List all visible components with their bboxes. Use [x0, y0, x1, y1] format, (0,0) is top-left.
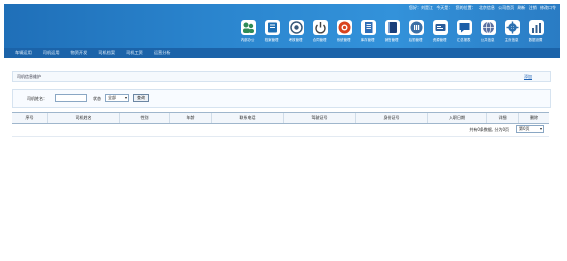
- chat-icon: [456, 20, 472, 35]
- page-select[interactable]: 第0页 ▾: [516, 125, 544, 133]
- driver-table: 序号 司机姓名 性别 年龄 联系电话 驾驶证号 身份证号 入职日期 详细 删除 …: [12, 112, 549, 137]
- module-label: 汇总报表: [457, 37, 471, 42]
- module-target-button[interactable]: 考核管理: [284, 20, 308, 46]
- document-icon: [360, 20, 376, 35]
- module-label: 合同管理: [313, 37, 327, 42]
- pagination-info: 共有0条数据, 分为0页: [469, 127, 509, 132]
- page-title: 司机信息维护: [17, 74, 41, 79]
- module-label: 档案管理: [265, 37, 279, 42]
- driver-name-label: 司机姓名：: [27, 96, 47, 101]
- logout-link[interactable]: 注销: [529, 5, 537, 10]
- book-icon: [264, 20, 280, 35]
- nav-item-driver[interactable]: 司机运用: [43, 50, 60, 56]
- module-book-button[interactable]: 档案管理: [260, 20, 284, 46]
- module-label: 内部办公: [241, 37, 255, 42]
- col-license: 驾驶证号: [284, 113, 356, 123]
- refresh-link[interactable]: 刷新: [517, 5, 525, 10]
- nav-item-driver-salary[interactable]: 司机工资: [126, 50, 143, 56]
- col-age: 年龄: [170, 113, 212, 123]
- module-red-circle-button[interactable]: 系统管理: [332, 20, 356, 46]
- red-circle-icon: [336, 20, 352, 35]
- chart-icon: [528, 20, 544, 35]
- date-label: 今天是：: [436, 5, 453, 10]
- info-link[interactable]: 北京信息: [479, 5, 495, 10]
- page-value: 第0页: [519, 126, 530, 131]
- module-chart-button[interactable]: 数据设置: [524, 20, 548, 46]
- chevron-down-icon: ▾: [539, 126, 542, 131]
- module-label: 库存管理: [361, 37, 375, 42]
- col-gender: 性别: [120, 113, 170, 123]
- module-chat-button[interactable]: 汇总报表: [452, 20, 476, 46]
- module-label: 系统管理: [337, 37, 351, 42]
- home-link[interactable]: 公司首页: [498, 5, 514, 10]
- search-panel: 司机姓名： 状态 全部 ▾ 查询: [12, 89, 551, 108]
- col-hire-date: 入职日期: [428, 113, 487, 123]
- module-card-button[interactable]: 资源管理: [428, 20, 452, 46]
- greeting-link[interactable]: 您好：刘是江: [409, 5, 433, 10]
- module-gear-button[interactable]: 主页信息: [500, 20, 524, 46]
- nav-item-driver-archive[interactable]: 司机档案: [98, 50, 115, 56]
- driver-name-input[interactable]: [55, 94, 87, 102]
- status-value: 全部: [108, 95, 116, 100]
- col-id-card: 身份证号: [356, 113, 428, 123]
- module-label: 资源管理: [433, 37, 447, 42]
- nav-item-analysis[interactable]: 运营分析: [154, 50, 171, 56]
- people-icon: [240, 20, 256, 35]
- add-link[interactable]: 添加: [524, 74, 532, 80]
- top-banner: 您好：刘是江 今天是： 您的位置： 北京信息 公司首页 刷新 注销 修改口令 内…: [4, 4, 560, 48]
- nav-item-materials[interactable]: 物资开发: [71, 50, 88, 56]
- power-icon: [312, 20, 328, 35]
- module-label: 考核管理: [289, 37, 303, 42]
- module-globe-button[interactable]: 公共信息: [476, 20, 500, 46]
- module-document-button[interactable]: 库存管理: [356, 20, 380, 46]
- module-label: 销售管理: [385, 37, 399, 42]
- module-label: 数据设置: [529, 37, 543, 42]
- status-label: 状态: [93, 96, 101, 101]
- pagination-bar: 共有0条数据, 分为0页 第0页 ▾: [12, 124, 549, 137]
- module-power-button[interactable]: 合同管理: [308, 20, 332, 46]
- chevron-down-icon: ▾: [124, 95, 127, 100]
- target-icon: [288, 20, 304, 35]
- location-label: 您的位置：: [455, 5, 476, 10]
- breadcrumb: 司机信息维护 添加: [12, 71, 551, 82]
- status-select[interactable]: 全部 ▾: [105, 94, 129, 102]
- top-links: 您好：刘是江 今天是： 您的位置： 北京信息 公司首页 刷新 注销 修改口令: [407, 5, 556, 11]
- gear-icon: [504, 20, 520, 35]
- module-label: 公共信息: [481, 37, 495, 42]
- col-delete: 删除: [530, 115, 538, 120]
- module-building-button[interactable]: 后勤管理: [404, 20, 428, 46]
- card-icon: [432, 20, 448, 35]
- col-index: 序号: [12, 113, 48, 123]
- module-toolbar: 内部办公 档案管理 考核管理 合同管理 系统管理 库存管理 销售管理 后勤管理 资源管理 汇总报表…: [236, 20, 560, 46]
- ledger-icon: [384, 20, 400, 35]
- module-label: 主页信息: [505, 37, 519, 42]
- module-people-button[interactable]: 内部办公: [236, 20, 260, 46]
- main-nav: 车辆运用 司机运用 物资开发 司机档案 司机工资 运营分析: [4, 48, 560, 58]
- col-driver-name: 司机姓名: [48, 113, 120, 123]
- app-window: 您好：刘是江 今天是： 您的位置： 北京信息 公司首页 刷新 注销 修改口令 内…: [0, 0, 567, 261]
- table-header: 序号 司机姓名 性别 年龄 联系电话 驾驶证号 身份证号 入职日期 详细 删除: [12, 112, 549, 124]
- globe-icon: [480, 20, 496, 35]
- col-detail: 详细: [487, 113, 519, 123]
- module-label: 后勤管理: [409, 37, 423, 42]
- col-phone: 联系电话: [212, 113, 284, 123]
- building-icon: [408, 20, 424, 35]
- module-ledger-button[interactable]: 销售管理: [380, 20, 404, 46]
- nav-item-vehicle[interactable]: 车辆运用: [15, 50, 32, 56]
- change-password-link[interactable]: 修改口令: [540, 5, 556, 10]
- query-button[interactable]: 查询: [133, 94, 149, 102]
